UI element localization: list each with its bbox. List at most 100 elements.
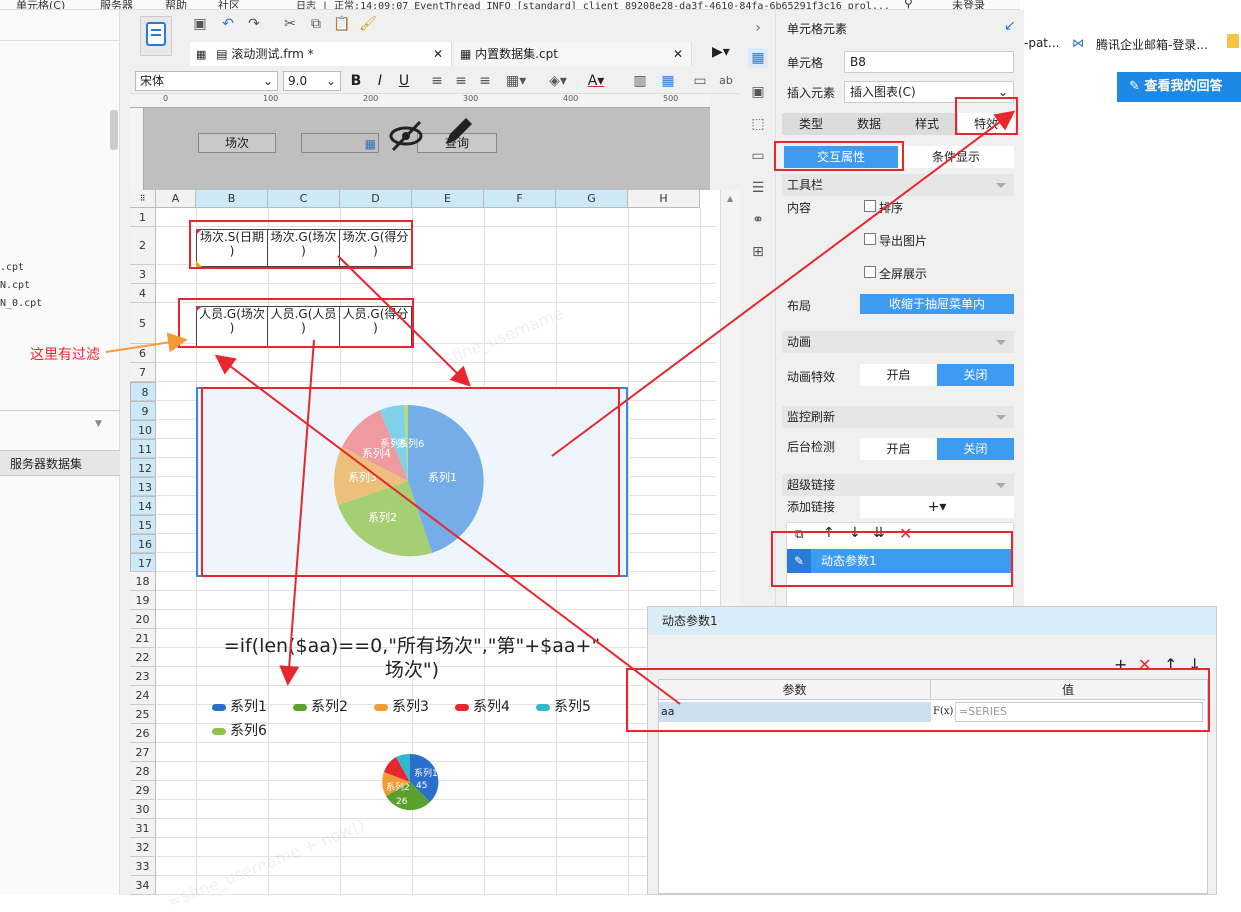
server-dataset-tab[interactable]: 服务器数据集 (0, 450, 120, 476)
expand-icon[interactable]: ↙ (1004, 18, 1016, 34)
collapse-right-icon[interactable]: › (748, 18, 768, 38)
row-header[interactable]: 25 (130, 705, 156, 724)
column-header[interactable]: B (196, 190, 268, 208)
column-header[interactable]: G (556, 190, 628, 208)
row-header[interactable]: 15 (130, 515, 156, 534)
text-icon[interactable]: ab (716, 71, 736, 91)
row-header[interactable]: 33 (130, 857, 156, 876)
row-header[interactable]: 20 (130, 610, 156, 629)
bookmark-item[interactable]: -pat... (1024, 36, 1059, 50)
collapse-icon[interactable]: ▼ (95, 419, 102, 429)
row-header[interactable]: 17 (130, 553, 156, 572)
monitor-section[interactable]: 监控刷新 (782, 406, 1014, 428)
column-header[interactable]: D (340, 190, 412, 208)
italic-icon[interactable]: I (370, 71, 390, 91)
hyperlink-section[interactable]: 超级链接 (782, 474, 1014, 496)
row-header[interactable]: 14 (130, 496, 156, 515)
column-header[interactable]: E (412, 190, 484, 208)
row-header[interactable]: 31 (130, 819, 156, 838)
align-center-icon[interactable]: ≡ (451, 71, 471, 91)
frame-icon[interactable]: ⬚ (748, 114, 768, 134)
legend-item[interactable]: 系列3 (374, 696, 429, 716)
toolbar-section[interactable]: 工具栏 (782, 174, 1014, 196)
underline-icon[interactable]: U (394, 71, 414, 91)
row-header[interactable]: 1 (130, 208, 156, 227)
close-icon[interactable]: ✕ (673, 42, 683, 66)
row-header[interactable]: 7 (130, 363, 156, 382)
animation-on[interactable]: 开启 (860, 364, 937, 386)
row-header[interactable]: 34 (130, 876, 156, 895)
monitor-on[interactable]: 开启 (860, 438, 937, 460)
bold-icon[interactable]: B (346, 71, 366, 91)
border-icon[interactable]: ▦▾ (506, 71, 526, 91)
legend-item[interactable]: 系列5 (536, 696, 591, 716)
row-header[interactable]: 23 (130, 667, 156, 686)
row-header[interactable]: 5 (130, 303, 156, 344)
row-header[interactable]: 18 (130, 572, 156, 591)
row-header[interactable]: 26 (130, 724, 156, 743)
row-header[interactable]: 21 (130, 629, 156, 648)
row-header[interactable]: 16 (130, 534, 156, 553)
tree-icon[interactable]: ⊞ (748, 242, 768, 262)
row-header[interactable]: 3 (130, 265, 156, 284)
row-header[interactable]: 9 (130, 401, 156, 420)
paste-icon[interactable]: 📋 (332, 14, 352, 34)
add-link-button[interactable]: +▾ (860, 496, 1014, 518)
cell-ref-input[interactable]: B8 (844, 51, 1014, 73)
legend-item[interactable]: 系列2 (293, 696, 348, 716)
menu-community[interactable]: 社区 (218, 0, 240, 9)
login-status[interactable]: 未登录 (952, 0, 985, 9)
file-item[interactable]: N_0.cpt (0, 298, 42, 309)
tab-scroll-test[interactable]: ▦ ▤ 滚动测试.frm * ✕ (190, 42, 452, 66)
file-item[interactable]: .cpt (0, 262, 24, 273)
row-header[interactable]: 29 (130, 781, 156, 800)
tab-menu-icon[interactable]: ▶▾ (712, 44, 730, 60)
condition-icon[interactable]: ☰ (748, 178, 768, 198)
export-image-checkbox[interactable] (864, 233, 876, 245)
column-header[interactable]: F (484, 190, 556, 208)
tab-data[interactable]: 数据 (840, 113, 898, 135)
align-right-icon[interactable]: ≡ (475, 71, 495, 91)
layout-drawer-option[interactable]: 收缩于抽屉菜单内 (860, 294, 1014, 314)
save-icon[interactable]: ▣ (190, 14, 210, 34)
row-header[interactable]: 22 (130, 648, 156, 667)
link-icon[interactable]: ⚭ (748, 210, 768, 230)
row-header[interactable]: 28 (130, 762, 156, 781)
menu-cell[interactable]: 单元格(C) (16, 0, 65, 9)
row-header[interactable]: 24 (130, 686, 156, 705)
fill-color-icon[interactable]: ◈▾ (548, 71, 568, 91)
subtab-condition[interactable]: 条件显示 (898, 146, 1014, 168)
animation-section[interactable]: 动画 (782, 331, 1014, 353)
row-header[interactable]: 11 (130, 439, 156, 458)
tree-scrollbar[interactable] (110, 110, 118, 150)
font-family-select[interactable]: 宋体 ⌄ (135, 71, 278, 91)
edit-pencil-icon[interactable] (440, 114, 476, 150)
monitor-off[interactable]: 关闭 (937, 438, 1014, 460)
font-size-select[interactable]: 9.0 ⌄ (283, 71, 341, 91)
calendar-icon[interactable]: ▦ (365, 135, 376, 153)
bookmark-item[interactable]: 腾讯企业邮箱-登录... (1096, 36, 1208, 53)
fullscreen-checkbox[interactable] (864, 266, 876, 278)
row-header[interactable]: 10 (130, 420, 156, 439)
row-header[interactable]: 4 (130, 284, 156, 303)
new-template-button[interactable] (140, 16, 172, 56)
copy-icon[interactable]: ⧉ (306, 14, 326, 34)
insert-row-icon[interactable]: ▭ (690, 71, 710, 91)
row-header[interactable]: 30 (130, 800, 156, 819)
scroll-up-icon[interactable]: ▲ (727, 194, 733, 203)
format-painter-icon[interactable]: 🖌 (358, 14, 378, 34)
tab-builtin-dataset[interactable]: ▦ 内置数据集.cpt ✕ (454, 42, 692, 66)
tab-type[interactable]: 类型 (782, 113, 840, 135)
table-icon[interactable]: ▦ (658, 71, 678, 91)
view-my-answers-button[interactable]: ✎ 查看我的回答 (1117, 72, 1241, 102)
cell-element-icon[interactable]: ▦ (748, 48, 768, 68)
sort-checkbox[interactable] (864, 200, 876, 212)
align-left-icon[interactable]: ≡ (427, 71, 447, 91)
column-header[interactable]: A (156, 190, 196, 208)
hidden-eye-icon[interactable] (388, 118, 428, 152)
row-header[interactable]: 19 (130, 591, 156, 610)
menu-server[interactable]: 服务器 (100, 0, 133, 9)
row-header[interactable]: 32 (130, 838, 156, 857)
font-color-icon[interactable]: A▾ (586, 71, 606, 91)
date-param-input[interactable]: ▦ (301, 133, 379, 153)
